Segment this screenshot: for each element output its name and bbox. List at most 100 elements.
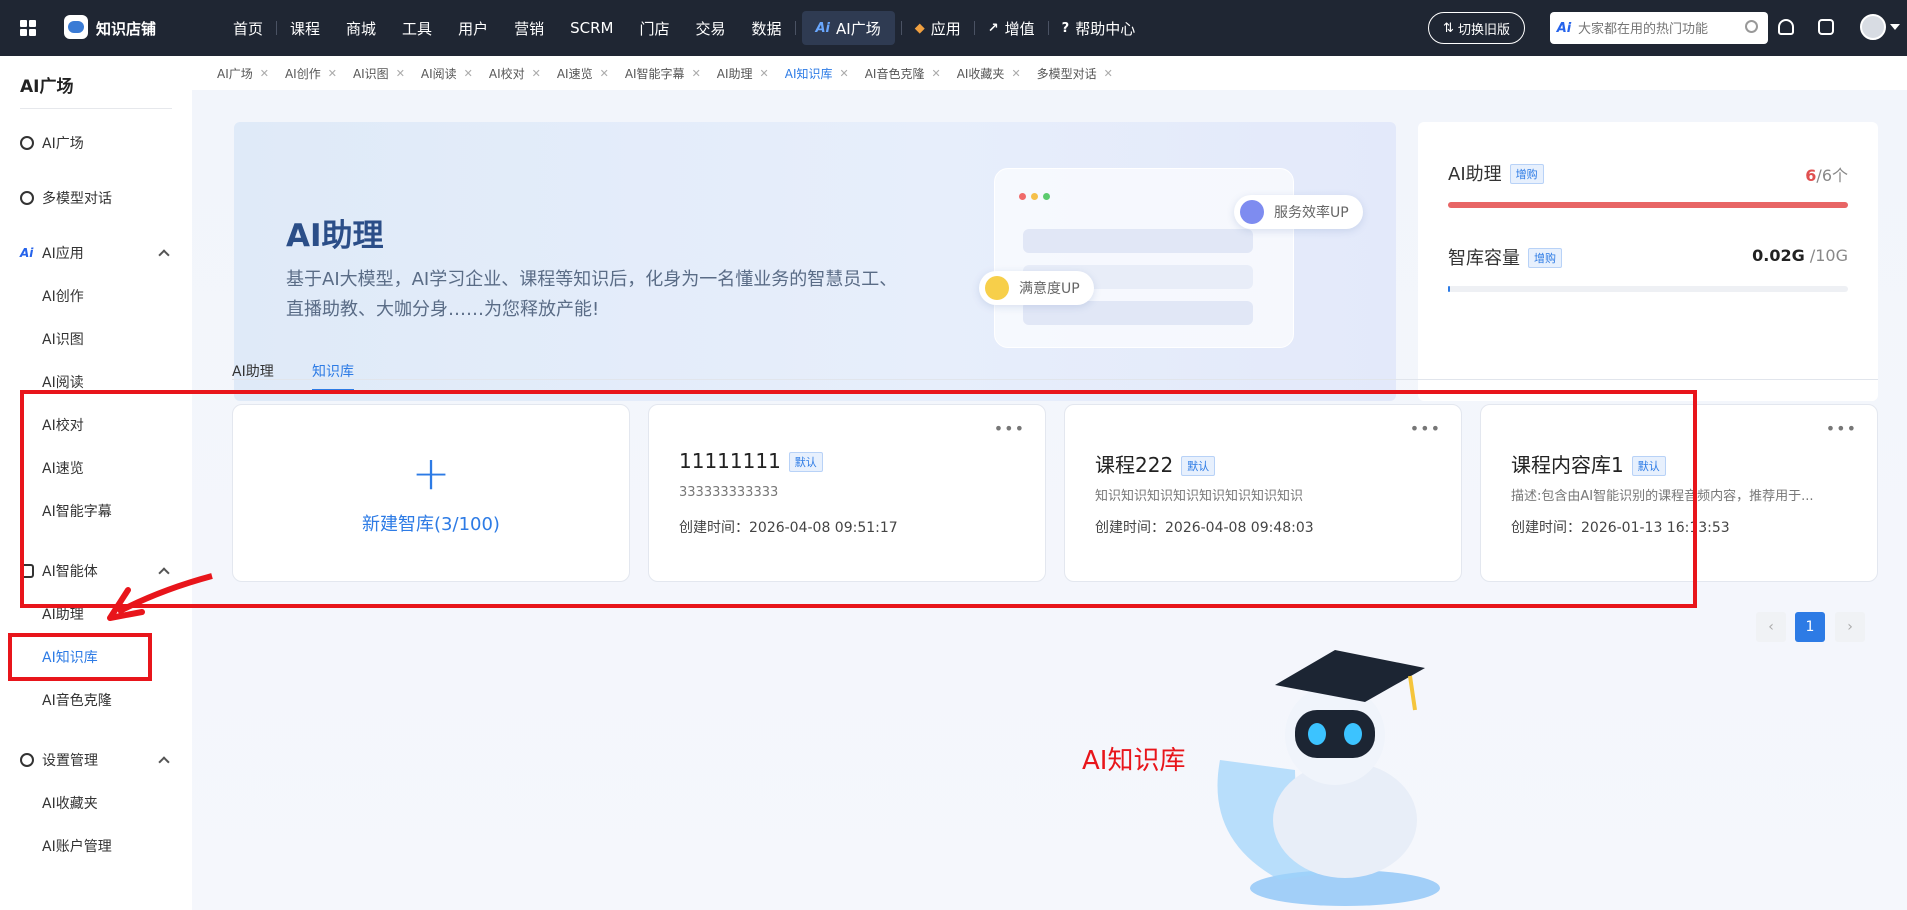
close-icon[interactable]: ✕ xyxy=(328,67,337,80)
sidebar-item-ai-square[interactable]: AI广场 xyxy=(0,125,192,161)
close-icon[interactable]: ✕ xyxy=(260,67,269,80)
nav-ai-square-label: AI广场 xyxy=(836,19,881,38)
sidebar-item-label: AI账户管理 xyxy=(42,839,112,855)
sidebar-item-multi-model-chat[interactable]: 多模型对话 xyxy=(0,180,192,216)
sidebar-item-ai-voice-clone[interactable]: AI音色克隆 xyxy=(0,682,192,718)
sidebar-group-label: 设置管理 xyxy=(42,753,98,769)
brand-name: 知识店铺 xyxy=(96,20,157,38)
efficiency-pill-label: 服务效率UP xyxy=(1274,205,1349,221)
tab-label: AI音色克隆 xyxy=(864,66,925,81)
tab-ai-knowledge-base[interactable]: AI知识库 ✕ xyxy=(777,56,857,90)
nav-help[interactable]: ? 帮助中心 xyxy=(1049,0,1149,56)
close-icon[interactable]: ✕ xyxy=(396,67,405,80)
close-icon[interactable]: ✕ xyxy=(532,67,541,80)
tab-ai-image[interactable]: AI识图 ✕ xyxy=(345,56,413,90)
sidebar-item-ai-favorites[interactable]: AI收藏夹 xyxy=(0,785,192,821)
close-icon[interactable]: ✕ xyxy=(1011,67,1020,80)
subtab-knowledge-base[interactable]: 知识库 xyxy=(312,353,354,391)
nav-apps[interactable]: ◆ 应用 xyxy=(902,0,974,56)
window-dot xyxy=(1043,193,1050,200)
satisfaction-pill-label: 满意度UP xyxy=(1019,281,1080,297)
close-icon[interactable]: ✕ xyxy=(692,67,701,80)
nav-store[interactable]: 门店 xyxy=(626,0,682,56)
illustration-row xyxy=(1023,229,1253,253)
page-1-button[interactable]: 1 xyxy=(1795,612,1825,642)
ai-icon: Ai xyxy=(20,246,34,260)
efficiency-pill: 服务效率UP xyxy=(1234,195,1363,229)
nav-users[interactable]: 用户 xyxy=(445,0,501,56)
next-page-button[interactable]: › xyxy=(1835,612,1865,642)
switch-icon: ⇅ xyxy=(1443,20,1454,36)
tab-ai-subtitle[interactable]: AI智能字幕 ✕ xyxy=(617,56,709,90)
tab-ai-voice-clone[interactable]: AI音色克隆 ✕ xyxy=(857,56,949,90)
sidebar-item-label: AI创作 xyxy=(42,289,84,305)
buy-more-badge[interactable]: 增购 xyxy=(1528,248,1562,268)
close-icon[interactable]: ✕ xyxy=(931,67,940,80)
nav-marketing[interactable]: 营销 xyxy=(501,0,557,56)
tab-ai-proofread[interactable]: AI校对 ✕ xyxy=(481,56,549,90)
storage-quota-label: 智库容量 xyxy=(1448,248,1520,269)
nav-value-added-label: 增值 xyxy=(1004,19,1035,38)
close-icon[interactable]: ✕ xyxy=(840,67,849,80)
sidebar-group-settings[interactable]: 设置管理 xyxy=(0,742,192,778)
bell-icon[interactable] xyxy=(1778,19,1794,35)
sidebar-item-ai-image[interactable]: AI识图 xyxy=(0,321,192,357)
cursor-icon xyxy=(1240,200,1264,224)
nav-home[interactable]: 首页 xyxy=(220,0,276,56)
assistant-quota-label: AI助理 xyxy=(1448,164,1502,185)
sidebar-item-label: AI收藏夹 xyxy=(42,796,98,812)
tab-label: 多模型对话 xyxy=(1036,66,1097,81)
close-icon[interactable]: ✕ xyxy=(464,67,473,80)
nav-course[interactable]: 课程 xyxy=(277,0,333,56)
banner-description: 基于AI大模型，AI学习企业、课程等知识后，化身为一名懂业务的智慧员工、直播助教… xyxy=(286,269,898,320)
robot-mascot-illustration xyxy=(1217,650,1440,906)
nav-tools[interactable]: 工具 xyxy=(389,0,445,56)
sidebar-item-ai-account[interactable]: AI账户管理 xyxy=(0,828,192,864)
sidebar-group-ai-apps[interactable]: Ai AI应用 xyxy=(0,235,192,271)
annotation-sidebar-box xyxy=(8,633,152,681)
help-icon: ? xyxy=(1061,20,1070,36)
tab-ai-creation[interactable]: AI创作 ✕ xyxy=(277,56,345,90)
tab-multi-model-chat[interactable]: 多模型对话 ✕ xyxy=(1029,56,1121,90)
gear-icon xyxy=(20,753,34,767)
apps-grid-icon[interactable] xyxy=(20,20,36,36)
store-icon[interactable] xyxy=(1818,19,1834,35)
switch-old-version-button[interactable]: ⇅ 切换旧版 xyxy=(1428,12,1525,44)
banner-title: AI助理 xyxy=(286,218,384,254)
assistant-quota-bar xyxy=(1448,202,1848,208)
chevron-down-icon[interactable] xyxy=(1890,24,1900,30)
buy-more-badge[interactable]: 增购 xyxy=(1509,164,1544,184)
subtab-ai-assistant[interactable]: AI助理 xyxy=(232,353,274,389)
nav-trade[interactable]: 交易 xyxy=(682,0,738,56)
nav-data[interactable]: 数据 xyxy=(738,0,794,56)
nav-scrm[interactable]: SCRM xyxy=(557,0,626,56)
switch-old-version-label: 切换旧版 xyxy=(1457,22,1510,38)
page-tabs: AI广场 ✕ AI创作 ✕ AI识图 ✕ AI阅读 ✕ AI校对 ✕ AI速览 ✕ AI智能… xyxy=(192,56,1907,90)
tab-ai-skim[interactable]: AI速览 ✕ xyxy=(549,56,617,90)
tab-ai-favorites[interactable]: AI收藏夹 ✕ xyxy=(949,56,1029,90)
nav-value-added[interactable]: ↗ 增值 xyxy=(975,0,1048,56)
chevron-up-icon xyxy=(158,249,170,261)
sidebar-item-label: AI广场 xyxy=(42,136,84,152)
nav-ai-square[interactable]: Ai AI广场 xyxy=(801,11,895,45)
search-box[interactable]: Ai xyxy=(1550,12,1768,44)
prev-page-button[interactable]: ‹ xyxy=(1756,612,1786,642)
annotation-highlight-box xyxy=(20,390,1697,608)
nav-mall[interactable]: 商城 xyxy=(333,0,389,56)
avatar[interactable] xyxy=(1860,14,1886,40)
sidebar-item-label: AI识图 xyxy=(42,332,84,348)
close-icon[interactable]: ✕ xyxy=(760,67,769,80)
more-icon[interactable]: ••• xyxy=(1826,419,1857,438)
close-icon[interactable]: ✕ xyxy=(600,67,609,80)
storage-quota-fill xyxy=(1448,286,1450,292)
sidebar-item-label: 多模型对话 xyxy=(42,191,112,207)
chat-icon xyxy=(20,191,34,205)
tab-ai-read[interactable]: AI阅读 ✕ xyxy=(413,56,481,90)
close-icon[interactable]: ✕ xyxy=(1104,67,1113,80)
nav-help-label: 帮助中心 xyxy=(1075,19,1136,38)
search-input[interactable] xyxy=(1578,20,1728,36)
search-icon[interactable] xyxy=(1745,20,1758,33)
sidebar-item-ai-creation[interactable]: AI创作 xyxy=(0,278,192,314)
tab-ai-assistant[interactable]: AI助理 ✕ xyxy=(709,56,777,90)
tab-ai-square[interactable]: AI广场 ✕ xyxy=(209,56,277,90)
